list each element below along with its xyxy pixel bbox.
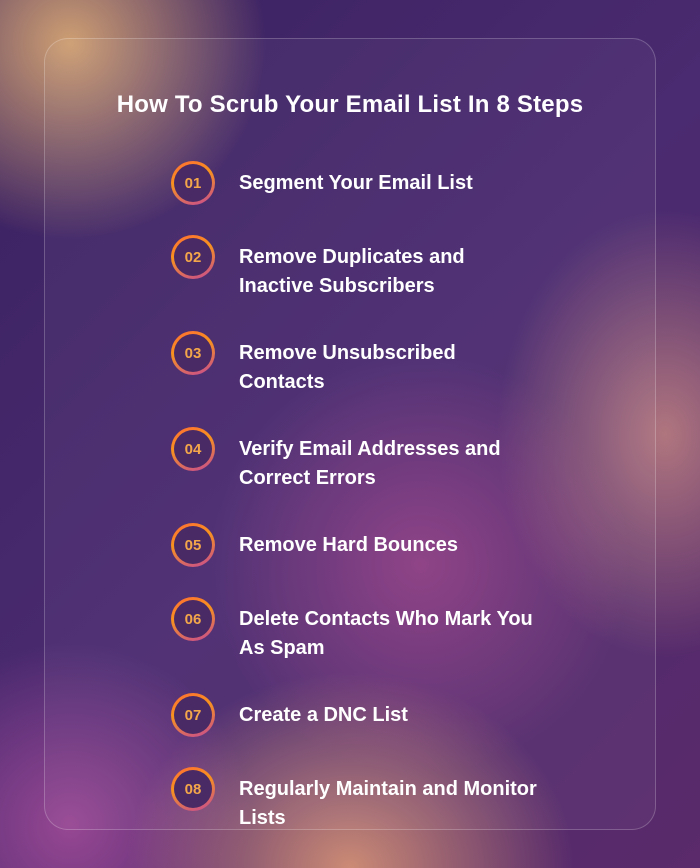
list-item: 08 Regularly Maintain and Monitor Lists (171, 767, 607, 833)
step-badge: 08 (171, 767, 215, 811)
list-item: 05 Remove Hard Bounces (171, 523, 607, 567)
step-label: Segment Your Email List (239, 161, 473, 198)
step-label: Regularly Maintain and Monitor Lists (239, 767, 539, 833)
step-label: Create a DNC List (239, 693, 408, 730)
card-title: How To Scrub Your Email List In 8 Steps (93, 91, 607, 119)
step-number: 05 (185, 537, 202, 554)
step-badge: 07 (171, 693, 215, 737)
step-label: Remove Hard Bounces (239, 523, 458, 560)
list-item: 01 Segment Your Email List (171, 161, 607, 205)
step-badge: 02 (171, 235, 215, 279)
list-item: 06 Delete Contacts Who Mark You As Spam (171, 597, 607, 663)
step-badge: 05 (171, 523, 215, 567)
step-number: 01 (185, 175, 202, 192)
step-number: 03 (185, 345, 202, 362)
list-item: 03 Remove Unsubscribed Contacts (171, 331, 607, 397)
step-number: 08 (185, 781, 202, 798)
info-card: How To Scrub Your Email List In 8 Steps … (44, 38, 656, 830)
list-item: 07 Create a DNC List (171, 693, 607, 737)
steps-list: 01 Segment Your Email List 02 Remove Dup… (93, 161, 607, 833)
step-label: Remove Unsubscribed Contacts (239, 331, 539, 397)
step-badge: 01 (171, 161, 215, 205)
step-badge: 04 (171, 427, 215, 471)
list-item: 04 Verify Email Addresses and Correct Er… (171, 427, 607, 493)
step-number: 07 (185, 707, 202, 724)
step-label: Remove Duplicates and Inactive Subscribe… (239, 235, 539, 301)
step-number: 04 (185, 441, 202, 458)
step-badge: 06 (171, 597, 215, 641)
step-number: 02 (185, 249, 202, 266)
step-badge: 03 (171, 331, 215, 375)
step-label: Verify Email Addresses and Correct Error… (239, 427, 539, 493)
list-item: 02 Remove Duplicates and Inactive Subscr… (171, 235, 607, 301)
step-number: 06 (185, 611, 202, 628)
step-label: Delete Contacts Who Mark You As Spam (239, 597, 539, 663)
